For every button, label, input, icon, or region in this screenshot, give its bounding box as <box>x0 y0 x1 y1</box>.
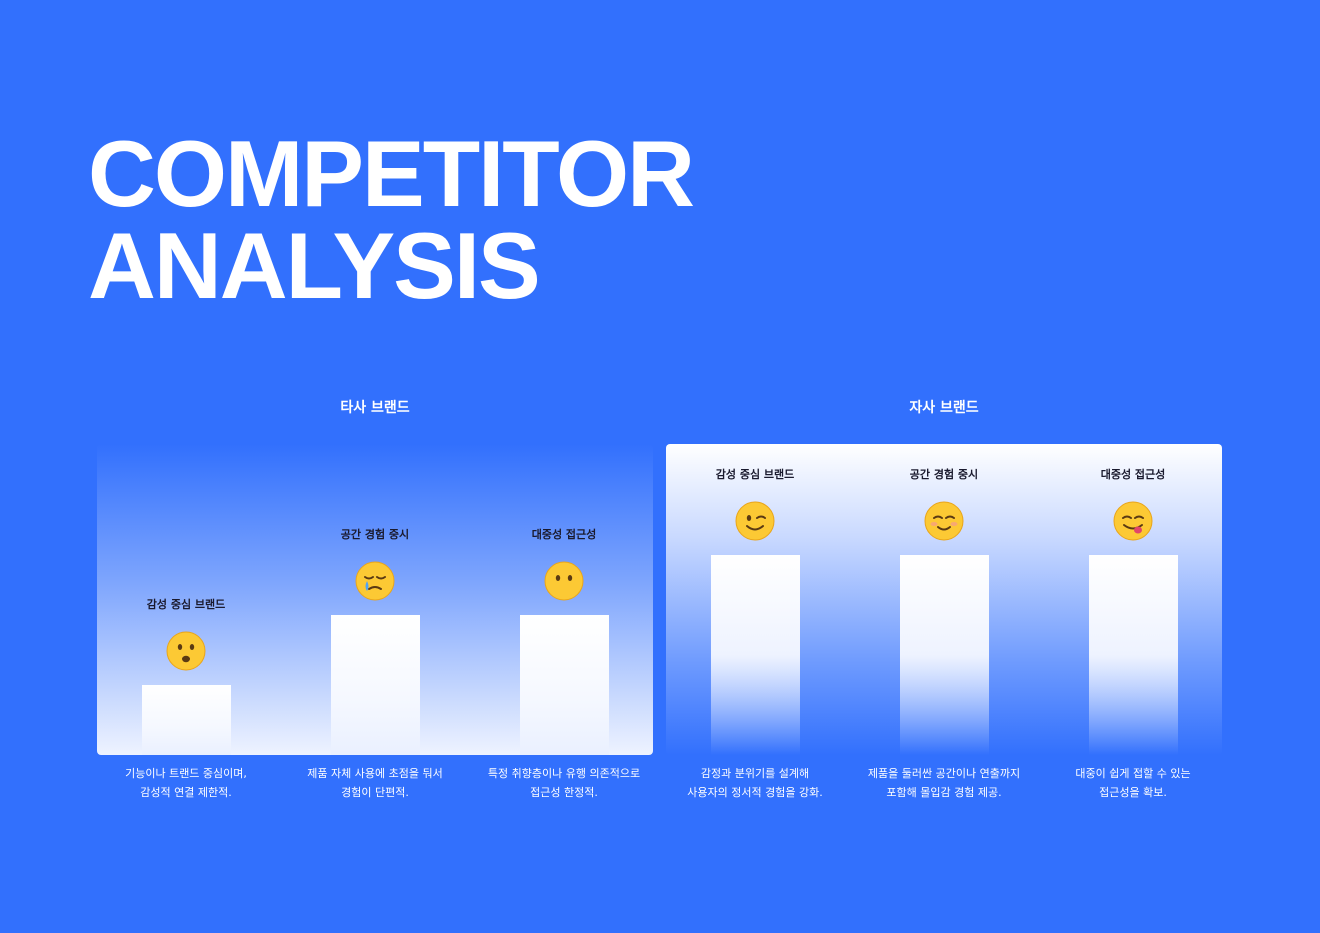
description-1-1: 제품을 둘러싼 공간이나 연출까지포함해 몰입감 경험 제공. <box>849 764 1039 802</box>
description-line-0: 감정과 분위기를 설계해 <box>700 767 810 780</box>
yummy-face-icon <box>1113 501 1153 541</box>
page-title: COMPETITOR ANALYSIS <box>88 121 695 318</box>
description-line-1: 접근성을 확보. <box>1099 786 1167 799</box>
description-1-0: 감정과 분위기를 설계해사용자의 정서적 경험을 강화. <box>660 764 850 802</box>
bar-1-1 <box>899 555 989 755</box>
description-0-1: 제품 자체 사용에 초점을 둬서경험이 단편적. <box>280 764 470 802</box>
description-line-0: 특정 취향층이나 유행 의존적으로 <box>487 767 641 780</box>
bar-0-0 <box>141 685 231 755</box>
chart-panel-own-brand: 감성 중심 브랜드 공간 경험 중시 대중성 접근성 <box>666 444 1222 755</box>
description-1-2: 대중이 쉽게 접할 수 있는접근성을 확보. <box>1038 764 1228 802</box>
description-line-0: 기능이나 트랜드 중심이며, <box>125 767 247 780</box>
chart-panel-competitor: 감성 중심 브랜드 공간 경험 중시 대중성 접근성 <box>97 444 653 755</box>
category-label-1-0: 감성 중심 브랜드 <box>715 468 795 481</box>
winking-face-icon <box>735 501 775 541</box>
bar-1-2 <box>1088 555 1178 755</box>
bar-1-0 <box>710 555 800 755</box>
title-line-1: COMPETITOR <box>88 121 695 226</box>
bar-0-1 <box>330 615 420 755</box>
description-line-1: 경험이 단편적. <box>341 786 409 799</box>
category-label-1-1: 공간 경험 중시 <box>909 468 979 481</box>
category-label-0-1: 공간 경험 중시 <box>340 528 410 541</box>
title-line-2: ANALYSIS <box>88 213 541 318</box>
description-line-0: 대중이 쉽게 접할 수 있는 <box>1075 767 1191 780</box>
category-label-0-2: 대중성 접근성 <box>531 528 597 541</box>
description-line-1: 감성적 연결 제한적. <box>140 786 232 799</box>
smiling-blush-face-icon <box>924 501 964 541</box>
category-label-1-2: 대중성 접근성 <box>1100 468 1166 481</box>
bar-0-2 <box>519 615 609 755</box>
description-line-1: 접근성 한정적. <box>530 786 598 799</box>
neutral-face-icon <box>544 561 584 601</box>
crying-face-icon <box>355 561 395 601</box>
group-label-competitor: 타사 브랜드 <box>340 400 410 416</box>
description-line-0: 제품을 둘러싼 공간이나 연출까지 <box>867 767 1021 780</box>
description-line-0: 제품 자체 사용에 초점을 둬서 <box>307 767 443 780</box>
description-line-1: 포함해 몰입감 경험 제공. <box>886 786 1002 799</box>
group-label-own-brand: 자사 브랜드 <box>909 400 979 416</box>
category-label-0-0: 감성 중심 브랜드 <box>146 598 226 611</box>
description-line-1: 사용자의 정서적 경험을 강화. <box>687 786 823 799</box>
description-0-2: 특정 취향층이나 유행 의존적으로접근성 한정적. <box>469 764 659 802</box>
description-0-0: 기능이나 트랜드 중심이며, 감성적 연결 제한적. <box>91 764 281 802</box>
frowning-face-icon <box>166 631 206 671</box>
